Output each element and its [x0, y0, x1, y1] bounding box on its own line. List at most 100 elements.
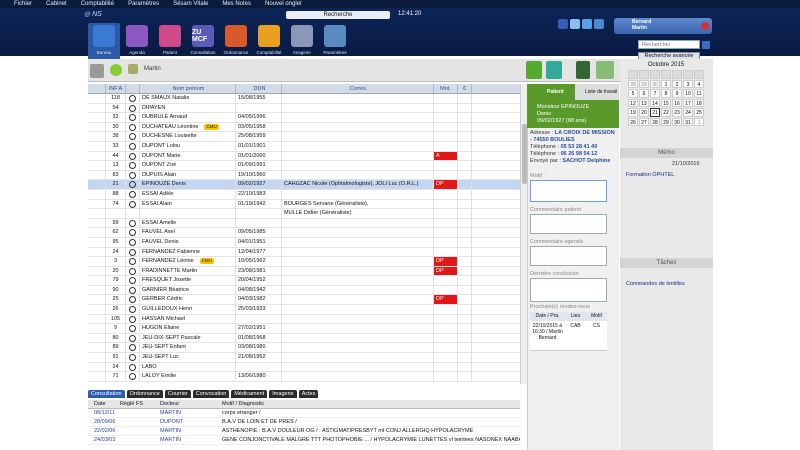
cal-day[interactable]: 1 [661, 79, 671, 88]
col-header[interactable]: € [458, 84, 472, 93]
col-header[interactable] [126, 84, 140, 93]
menu-parametres[interactable]: Paramètres [114, 0, 159, 8]
table-row[interactable]: 33 DUPONT Lolou 01/01/1901 [88, 141, 520, 152]
module-7[interactable]: Paramètres [319, 23, 351, 61]
menu-cabinet[interactable]: Cabinet [32, 0, 67, 8]
col-header[interactable]: Corres. [282, 84, 434, 93]
table-row[interactable]: 62 FAUVEL Axel 09/05/1985 [88, 228, 520, 238]
last-conclusion-field[interactable] [530, 278, 607, 302]
module-3[interactable]: ZU MCF Consultation [187, 23, 219, 61]
search-button[interactable] [702, 41, 710, 49]
cal-day[interactable]: 26 [628, 117, 638, 126]
tab-0[interactable]: Consultation [88, 390, 125, 398]
table-row[interactable]: 44 DUPONT Marie 01/01/2000 A [88, 151, 520, 162]
refresh-icon[interactable] [582, 19, 592, 29]
patient-card-icon[interactable] [526, 61, 542, 79]
table-row[interactable]: 38 DUCHESNE Louisette 25/08/1959 [88, 132, 520, 142]
table-row[interactable]: 20 FRADINNETTE Martin 23/08/1981 DP [88, 266, 520, 277]
cal-day[interactable]: 13 [639, 98, 649, 107]
cal-day[interactable]: 25 [694, 108, 704, 117]
cal-day[interactable]: 19 [628, 108, 638, 117]
tab-4[interactable]: Médicament [231, 390, 268, 398]
col-header[interactable]: INF'A [106, 84, 126, 93]
table-row[interactable]: 80 JEU-DIX-SEPT Pascale 01/08/1968 [88, 333, 520, 344]
cal-day[interactable]: 10 [683, 89, 693, 98]
table-row[interactable]: 74 ESSAI Alain 01/19/1942 BOURGES Servane (… [88, 199, 520, 210]
module-0[interactable]: Bureau [88, 23, 120, 61]
rss-icon[interactable] [546, 61, 562, 79]
menu-comptabilite[interactable]: Comptabilité [67, 0, 114, 8]
comment-patient-field[interactable] [530, 214, 607, 234]
table-scrollbar[interactable] [520, 84, 527, 384]
cal-day[interactable]: 7 [650, 89, 660, 98]
hist-col-header[interactable]: Motif / Diagnostic [216, 400, 520, 408]
module-5[interactable]: Comptabilité [253, 23, 285, 61]
tab-patient[interactable]: Patient [527, 84, 575, 100]
tab-3[interactable]: Convocation [192, 390, 230, 398]
menu-nouvel-onglet[interactable]: Nouvel onglet [251, 0, 302, 8]
table-row[interactable]: 25 GERBER Cédric 04/03/1982 DP [88, 295, 520, 306]
table-row[interactable]: 95 FAUVEL Denis 04/01/1951 [88, 237, 520, 248]
table-row[interactable]: 88 ESSAI Adèle 22/10/1983 [88, 189, 520, 200]
table-row[interactable]: 3 FERNANDEZ Léonie CMU 10/05/1962 DP [88, 257, 520, 267]
cal-day[interactable]: 15 [661, 98, 671, 107]
table-row[interactable]: 90 GARNIER Béatrice 04/08/1942 [88, 285, 520, 296]
history-row[interactable]: 22/02/06 MARTIN ASTHENOPIE : B.A.V DOULEUR… [88, 427, 520, 436]
history-row[interactable]: 24/03/03 MARTIN GENE CONJONCTIVALE MALGRE … [88, 436, 520, 445]
cal-day[interactable]: 27 [639, 117, 649, 126]
cal-day[interactable]: 30 [650, 79, 660, 88]
col-header[interactable]: DDN [236, 84, 282, 93]
table-row[interactable]: 24 FERNANDEZ Fabienne 12/04/1977 [88, 247, 520, 258]
col-header[interactable] [88, 84, 106, 93]
hist-col-header[interactable]: Réglé FS [116, 400, 156, 408]
cal-day[interactable]: 23 [672, 108, 682, 117]
rdv-row[interactable]: 22/10/2015 à 16:30 / Martin Bernard CAB CS [530, 321, 607, 351]
tab-1[interactable]: Ordonnance [126, 390, 163, 398]
cal-day[interactable]: 8 [661, 89, 671, 98]
hist-col-header[interactable]: Date [88, 400, 116, 408]
hist-col-header[interactable]: Docteur [156, 400, 216, 408]
user-box[interactable]: Bernard Martin [614, 18, 712, 34]
cal-day[interactable]: 16 [672, 98, 682, 107]
cal-day[interactable]: 3 [683, 79, 693, 88]
tab-2[interactable]: Courrier [164, 390, 191, 398]
table-row[interactable]: 13 DUPONT Zoé 01/09/1991 [88, 161, 520, 171]
cal-day[interactable]: 2 [672, 79, 682, 88]
search-input[interactable] [638, 40, 700, 49]
phone-icon[interactable] [576, 61, 590, 79]
table-row[interactable]: 91 JEU-SEPT Luc 21/08/1952 [88, 353, 520, 363]
global-search[interactable]: Recherche [286, 11, 390, 19]
cal-day[interactable]: 5 [628, 89, 638, 98]
memo-item[interactable]: Formation OPHTEL [626, 172, 674, 178]
menu-mes-notes[interactable]: Mes Notes [208, 0, 251, 8]
cal-day[interactable]: 29 [639, 79, 649, 88]
add-patient-icon[interactable] [90, 64, 104, 78]
tab-6[interactable]: Actes [298, 390, 319, 398]
comment-agenda-field[interactable] [530, 246, 607, 266]
cal-day[interactable]: 20 [639, 108, 649, 117]
logout-icon[interactable] [701, 22, 709, 30]
table-row[interactable]: 71 LALOY Emilie 13/06/1980 [88, 372, 520, 382]
table-row[interactable]: 83 DUPUIS Alain 19/10/1960 [88, 170, 520, 181]
table-row[interactable]: 79 FRESQUET Josette 20/04/1952 [88, 276, 520, 286]
cal-day[interactable]: 9 [672, 89, 682, 98]
cal-day[interactable]: 14 [650, 98, 660, 107]
history-row[interactable]: 08/12/11 MARTIN corps etranger / [88, 409, 520, 418]
cal-day[interactable]: 12 [628, 98, 638, 107]
history-row[interactable]: 28/09/06 DUPONT B.A.V DE LOIN ET DE PRES / [88, 418, 520, 427]
menu-fichier[interactable]: Fichier [0, 0, 32, 8]
settings-icon[interactable] [594, 19, 604, 29]
cal-day[interactable]: 11 [694, 89, 704, 98]
cal-day[interactable]: 30 [672, 117, 682, 126]
table-row[interactable]: 30 DUCHATEAU Léontine CMU 03/05/1958 [88, 122, 520, 133]
cal-day[interactable]: 29 [661, 117, 671, 126]
menu-sesam-vitale[interactable]: Sésam Vitale [159, 0, 208, 8]
lock-icon[interactable] [596, 61, 614, 79]
table-row[interactable]: 89 JEU-SEPT Enfant 03/08/1980 [88, 343, 520, 354]
cal-day[interactable]: 18 [694, 98, 704, 107]
tab-5[interactable]: Imagerie [269, 390, 297, 398]
cal-day[interactable]: 1 [694, 117, 704, 126]
cal-day[interactable]: 6 [639, 89, 649, 98]
cal-day[interactable]: 24 [683, 108, 693, 117]
module-4[interactable]: Ordonnance [220, 23, 252, 61]
